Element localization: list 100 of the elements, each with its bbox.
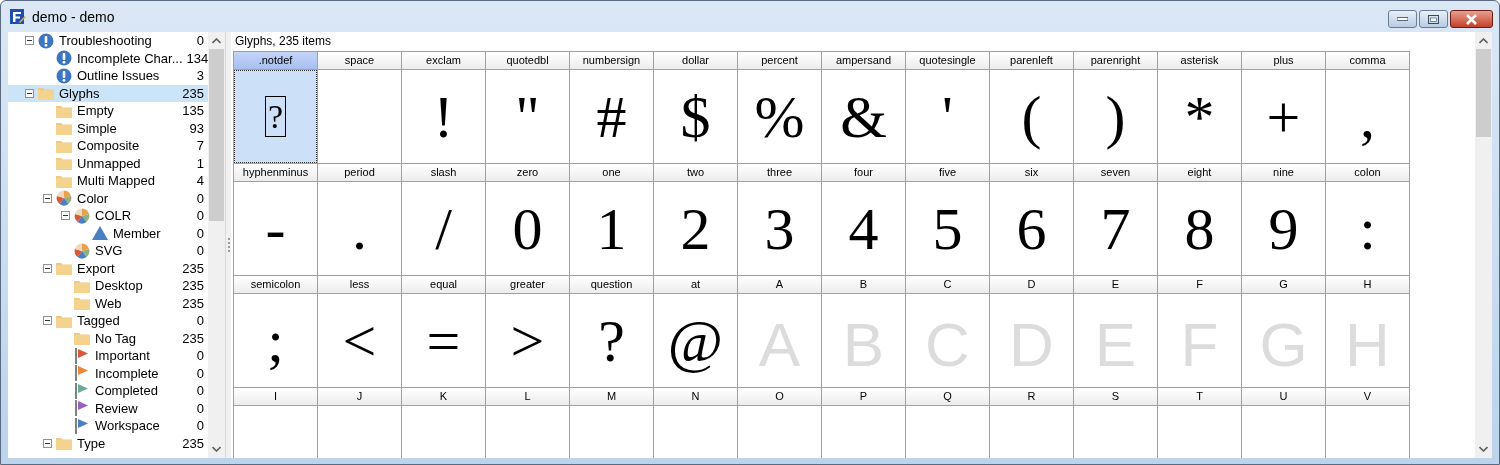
glyph-cell[interactable]: slash /	[402, 164, 486, 276]
tree-item[interactable]: Tagged 0	[8, 312, 208, 330]
glyph-cell[interactable]: I	[234, 388, 318, 458]
close-button[interactable]	[1450, 10, 1493, 28]
tree-item[interactable]: Multi Mapped 4	[8, 172, 208, 190]
collapse-button[interactable]	[24, 36, 34, 46]
collapse-button[interactable]	[42, 316, 52, 326]
glyph-cell[interactable]: P	[822, 388, 906, 458]
folder-icon	[74, 296, 90, 311]
glyph-cell[interactable]: plus +	[1242, 52, 1326, 164]
glyph-cell[interactable]: six 6	[990, 164, 1074, 276]
glyph-cell[interactable]: semicolon ;	[234, 276, 318, 388]
pie-chart-icon	[56, 190, 72, 207]
minimize-button[interactable]	[1388, 10, 1417, 28]
glyph-cell[interactable]: one 1	[570, 164, 654, 276]
glyph-cell[interactable]: numbersign #	[570, 52, 654, 164]
glyph-cell[interactable]: percent %	[738, 52, 822, 164]
glyph-cell[interactable]: comma ,	[1326, 52, 1410, 164]
glyph-cell[interactable]: equal =	[402, 276, 486, 388]
glyph-cell[interactable]: V	[1326, 388, 1410, 458]
tree-item[interactable]: Type 235	[8, 434, 208, 452]
glyph-cell[interactable]: S	[1074, 388, 1158, 458]
tree-item[interactable]: Simple 93	[8, 119, 208, 137]
glyph-cell[interactable]: five 5	[906, 164, 990, 276]
glyph-cell[interactable]: three 3	[738, 164, 822, 276]
scrollbar-thumb[interactable]	[209, 49, 224, 221]
glyph-cell[interactable]: at @	[654, 276, 738, 388]
scroll-down-icon[interactable]	[212, 446, 221, 452]
collapse-button[interactable]	[42, 263, 52, 273]
tree-item[interactable]: SVG 0	[8, 242, 208, 260]
glyph-cell[interactable]: less <	[318, 276, 402, 388]
scroll-up-icon[interactable]	[1479, 38, 1488, 44]
collapse-button[interactable]	[42, 438, 52, 448]
item-count: 3	[195, 68, 204, 84]
glyph-cell[interactable]: R	[990, 388, 1074, 458]
scroll-down-icon[interactable]	[1479, 446, 1488, 452]
tree-item[interactable]: Export 235	[8, 259, 208, 277]
glyph-cell[interactable]: hyphenminus -	[234, 164, 318, 276]
tree-item[interactable]: Incomplete Char... 134	[8, 49, 208, 67]
glyph-cell[interactable]: N	[654, 388, 738, 458]
folder-icon	[56, 313, 72, 328]
tree-item[interactable]: Completed 0	[8, 382, 208, 400]
glyph-cell[interactable]: nine 9	[1242, 164, 1326, 276]
tree-item[interactable]: Review 0	[8, 399, 208, 417]
glyph-cell[interactable]: eight 8	[1158, 164, 1242, 276]
glyph-cell[interactable]: four 4	[822, 164, 906, 276]
glyph-preview: .	[352, 198, 367, 259]
glyph-name: Q	[906, 388, 989, 406]
tree-item[interactable]: Empty 135	[8, 102, 208, 120]
tree-item[interactable]: Important 0	[8, 347, 208, 365]
glyph-cell[interactable]: ampersand &	[822, 52, 906, 164]
tree-item-label: Tagged	[77, 313, 120, 329]
tree-item[interactable]: Member 0	[8, 224, 208, 242]
tree-item[interactable]: Composite 7	[8, 137, 208, 155]
glyph-cell[interactable]: quotesingle '	[906, 52, 990, 164]
glyph-name: quotedbl	[486, 52, 569, 70]
glyph-name: one	[570, 164, 653, 182]
tree-item[interactable]: Color 0	[8, 189, 208, 207]
glyph-cell[interactable]: quotedbl "	[486, 52, 570, 164]
glyph-cell[interactable]: Q	[906, 388, 990, 458]
collapse-button[interactable]	[42, 193, 52, 203]
glyph-cell[interactable]: asterisk *	[1158, 52, 1242, 164]
glyph-cell[interactable]: L	[486, 388, 570, 458]
glyph-cell[interactable]: O	[738, 388, 822, 458]
tree-item[interactable]: Desktop 235	[8, 277, 208, 295]
scroll-up-icon[interactable]	[212, 38, 221, 44]
glyph-cell[interactable]: seven 7	[1074, 164, 1158, 276]
collapse-button[interactable]	[60, 211, 70, 221]
glyph-cell[interactable]: colon :	[1326, 164, 1410, 276]
glyph-cell[interactable]: period .	[318, 164, 402, 276]
glyph-cell[interactable]: exclam !	[402, 52, 486, 164]
tree-item[interactable]: Troubleshooting 0	[8, 32, 208, 50]
glyph-cell[interactable]: greater >	[486, 276, 570, 388]
glyph-cell[interactable]: M	[570, 388, 654, 458]
scrollbar-thumb[interactable]	[1476, 49, 1491, 137]
glyph-cell[interactable]: dollar $	[654, 52, 738, 164]
glyph-cell[interactable]: K	[402, 388, 486, 458]
tree-item[interactable]: No Tag 235	[8, 329, 208, 347]
maximize-button[interactable]	[1419, 10, 1448, 28]
glyph-cell[interactable]: J	[318, 388, 402, 458]
glyph-cell[interactable]: parenleft (	[990, 52, 1074, 164]
glyph-cell[interactable]: two 2	[654, 164, 738, 276]
collapse-button[interactable]	[24, 88, 34, 98]
tree-item[interactable]: Glyphs 235	[8, 84, 208, 102]
tree-item[interactable]: Outline Issues 3	[8, 67, 208, 85]
glyph-cell[interactable]: question ?	[570, 276, 654, 388]
tree-item[interactable]: Unmapped 1	[8, 154, 208, 172]
glyph-cell[interactable]: T	[1158, 388, 1242, 458]
tree-item[interactable]: Incomplete 0	[8, 364, 208, 382]
tree-item[interactable]: Web 235	[8, 294, 208, 312]
exclamation-icon	[56, 50, 72, 67]
minus-icon	[44, 320, 50, 322]
glyph-cell[interactable]: U	[1242, 388, 1326, 458]
tree-item[interactable]: COLR 0	[8, 207, 208, 225]
splitter-grip-icon[interactable]	[227, 238, 230, 252]
glyph-cell[interactable]: space	[318, 52, 402, 164]
glyph-cell[interactable]: parenright )	[1074, 52, 1158, 164]
tree-item[interactable]: Workspace 0	[8, 417, 208, 435]
glyph-name: O	[738, 388, 821, 406]
glyph-cell[interactable]: zero 0	[486, 164, 570, 276]
